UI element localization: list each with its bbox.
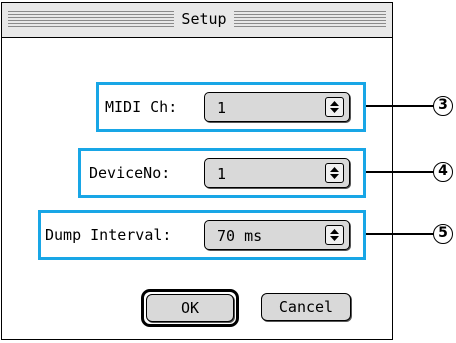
dump-interval-popup[interactable]: 70 ms bbox=[204, 220, 350, 250]
device-no-label: DeviceNo: bbox=[89, 164, 171, 182]
callout-5: 5 bbox=[433, 224, 453, 244]
midi-ch-value: 1 bbox=[217, 99, 227, 117]
midi-ch-popup[interactable]: 1 bbox=[204, 92, 350, 122]
cancel-button[interactable]: Cancel bbox=[261, 293, 351, 321]
midi-ch-label: MIDI Ch: bbox=[105, 98, 178, 116]
callout-line-5 bbox=[366, 233, 434, 235]
callout-3: 3 bbox=[433, 96, 453, 116]
up-down-arrows-icon bbox=[325, 225, 344, 245]
setup-window: Setup MIDI Ch: 1 DeviceNo: 1 Dump Interv… bbox=[1, 2, 393, 340]
title-bar[interactable]: Setup bbox=[2, 3, 392, 38]
dump-interval-label: Dump Interval: bbox=[45, 226, 172, 244]
callout-4: 4 bbox=[433, 162, 453, 182]
dump-interval-value: 70 ms bbox=[217, 227, 263, 245]
title-bar-stripes-left bbox=[8, 11, 174, 28]
device-no-value: 1 bbox=[217, 165, 227, 183]
window-title: Setup bbox=[174, 11, 234, 28]
title-bar-stripes-right bbox=[234, 11, 386, 28]
callout-line-3 bbox=[366, 105, 434, 107]
ok-button[interactable]: OK bbox=[146, 294, 234, 322]
device-no-popup[interactable]: 1 bbox=[204, 158, 350, 188]
up-down-arrows-icon bbox=[325, 163, 344, 183]
up-down-arrows-icon bbox=[325, 97, 344, 117]
callout-line-4 bbox=[366, 171, 434, 173]
